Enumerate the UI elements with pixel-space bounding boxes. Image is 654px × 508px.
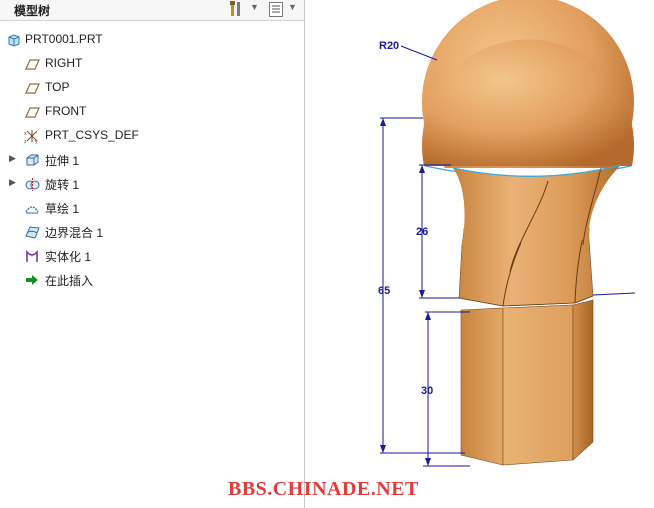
list-options-icon[interactable] [268,0,284,19]
sketch-icon [24,200,40,216]
tree-item-label: PRT_CSYS_DEF [45,128,139,142]
model-tree-header: 模型树 ▼ ▼ [0,0,304,21]
tree-item-label: FRONT [45,104,87,118]
expand-arrow-icon[interactable]: ▶ [9,153,16,164]
tree-item-revolve[interactable]: ▶ 旋转 1 [0,172,300,196]
watermark-text: BBS.CHINADE.NET [228,478,419,500]
dropdown-caret-icon[interactable]: ▼ [288,2,297,12]
datum-plane-icon [24,56,40,72]
svg-text:y: y [35,139,38,144]
model-3d-view[interactable]: R20 65 26 30 [305,0,654,508]
datum-plane-icon [24,104,40,120]
part-icon [6,32,22,48]
dimension-label: 30 [421,385,433,397]
boundary-blend-icon [24,224,40,240]
extrude-icon [24,152,40,168]
graphics-viewport[interactable]: R20 65 26 30 [305,0,654,508]
dimension-r20[interactable]: R20 [379,40,438,61]
dropdown-caret-icon[interactable]: ▼ [250,2,259,12]
tree-item-label: TOP [45,80,70,94]
dimension-label: 65 [378,285,390,297]
model-tree-title: 模型树 [14,4,51,18]
tree-item-label: 拉伸 1 [45,154,80,168]
expand-arrow-icon[interactable]: ▶ [9,177,16,188]
tree-root-label: PRT0001.PRT [25,32,103,46]
tree-item-label: 在此插入 [45,274,94,288]
revolve-icon [24,176,40,192]
tree-item-label: 草绘 1 [45,202,80,216]
hexagonal-base [460,299,594,466]
tree-item-csys[interactable]: x y z PRT_CSYS_DEF [0,124,300,148]
dimension-label: 26 [416,226,428,238]
tree-item-boundary-blend[interactable]: 边界混合 1 [0,220,300,244]
solidify-icon [24,248,40,264]
tree-item-solidify[interactable]: 实体化 1 [0,244,300,268]
model-tree-panel: 模型树 ▼ ▼ PRT0001.PRT RIGHT TOP FRONT x y … [0,0,305,508]
tree-item-insert-here[interactable]: 在此插入 [0,268,300,292]
tree-item-extrude[interactable]: ▶ 拉伸 1 [0,148,300,172]
tree-item-label: 旋转 1 [45,178,80,192]
dimension-witness-line [592,292,636,296]
tree-item-label: 边界混合 1 [45,226,104,240]
tree-item-right[interactable]: RIGHT [0,52,300,76]
insert-here-arrow-icon [24,272,40,288]
dimension-label: R20 [379,40,399,52]
settings-tools-icon[interactable] [228,0,244,19]
tree-item-front[interactable]: FRONT [0,100,300,124]
coordinate-system-icon: x y z [24,128,40,145]
datum-plane-icon [24,80,40,96]
tree-item-label: RIGHT [45,56,83,70]
tree-item-label: 实体化 1 [45,250,92,264]
tree-item-top[interactable]: TOP [0,76,300,100]
sphere-knob [415,0,645,228]
model-tree-list: PRT0001.PRT RIGHT TOP FRONT x y z PRT_CS… [0,28,300,292]
svg-text:z: z [24,139,27,144]
tree-root-part[interactable]: PRT0001.PRT [0,28,300,52]
tree-item-sketch[interactable]: 草绘 1 [0,196,300,220]
svg-text:x: x [24,131,27,137]
